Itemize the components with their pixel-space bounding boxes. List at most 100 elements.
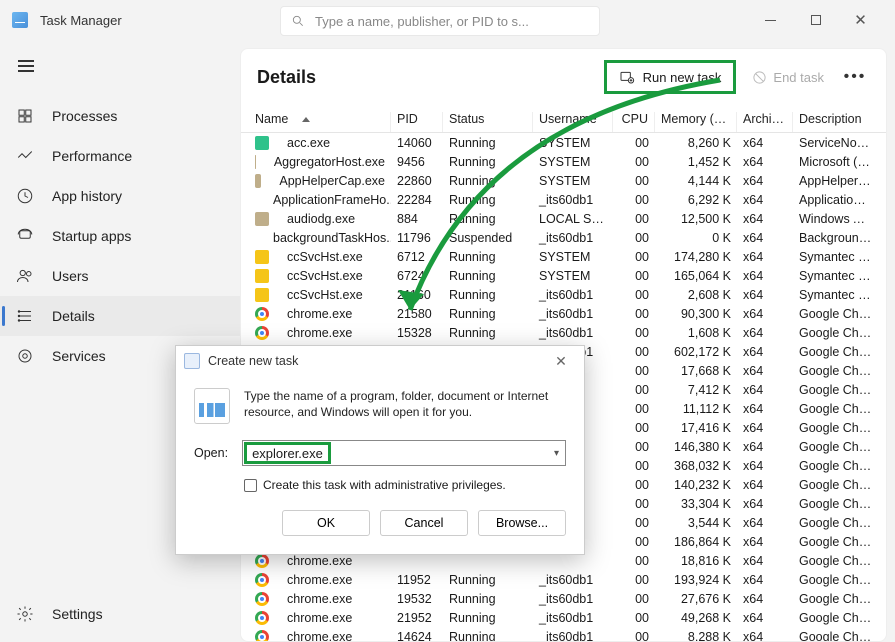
cell-cpu: 00 — [613, 383, 655, 397]
startup-apps-icon — [16, 227, 34, 245]
run-task-icon — [619, 69, 635, 85]
cell-arch: x64 — [737, 174, 793, 188]
table-row[interactable]: acc.exe14060RunningSYSTEM008,260 Kx64Ser… — [241, 133, 886, 152]
table-row[interactable]: chrome.exe15328Running_its60db1001,608 K… — [241, 323, 886, 342]
cell-pid: 21580 — [391, 307, 443, 321]
open-label: Open: — [194, 446, 228, 460]
table-row[interactable]: ApplicationFrameHo...22284Running_its60d… — [241, 190, 886, 209]
table-row[interactable]: chrome.exe19532Running_its60db10027,676 … — [241, 589, 886, 608]
chevron-down-icon[interactable]: ▾ — [554, 448, 559, 459]
hamburger-button[interactable] — [6, 48, 46, 84]
cell-cpu: 00 — [613, 421, 655, 435]
cell-desc: Google Chro... — [793, 535, 878, 549]
process-icon — [255, 155, 256, 169]
col-user[interactable]: Username — [533, 112, 613, 132]
cell-status: Suspended — [443, 231, 533, 245]
cell-arch: x64 — [737, 535, 793, 549]
cell-arch: x64 — [737, 250, 793, 264]
cell-status: Running — [443, 193, 533, 207]
process-name: ccSvcHst.exe — [287, 269, 363, 283]
process-icon — [255, 212, 269, 226]
col-pid[interactable]: PID — [391, 112, 443, 132]
col-name[interactable]: Name — [249, 112, 391, 132]
run-new-task-button[interactable]: Run new task — [604, 60, 737, 94]
table-row[interactable]: chrome.exe11952Running_its60db100193,924… — [241, 570, 886, 589]
process-name: chrome.exe — [287, 592, 352, 606]
cell-desc: Google Chro... — [793, 573, 878, 587]
sidebar-item-users[interactable]: Users — [0, 256, 240, 296]
cell-mem: 17,668 K — [655, 364, 737, 378]
sidebar-item-performance[interactable]: Performance — [0, 136, 240, 176]
cell-arch: x64 — [737, 364, 793, 378]
cell-desc: Google Chro... — [793, 459, 878, 473]
cell-mem: 18,816 K — [655, 554, 737, 568]
cell-desc: Google Chro... — [793, 592, 878, 606]
details-icon — [16, 307, 34, 325]
performance-icon — [16, 147, 34, 165]
admin-checkbox[interactable] — [244, 479, 257, 492]
cell-arch: x64 — [737, 573, 793, 587]
col-cpu[interactable]: CPU — [613, 112, 655, 132]
cell-desc: Microsoft (R... — [793, 155, 878, 169]
cell-mem: 193,924 K — [655, 573, 737, 587]
sidebar-item-startup-apps[interactable]: Startup apps — [0, 216, 240, 256]
table-row[interactable]: chrome.exe21952Running_its60db10049,268 … — [241, 608, 886, 627]
table-row[interactable]: backgroundTaskHos...11796Suspended_its60… — [241, 228, 886, 247]
create-task-dialog: Create new task ✕ Type the name of a pro… — [175, 345, 585, 555]
ok-button[interactable]: OK — [282, 510, 370, 536]
table-row[interactable]: AppHelperCap.exe22860RunningSYSTEM004,14… — [241, 171, 886, 190]
close-button[interactable]: ✕ — [838, 5, 883, 35]
table-row[interactable]: audiodg.exe884RunningLOCAL SE...0012,500… — [241, 209, 886, 228]
cell-cpu: 00 — [613, 307, 655, 321]
cell-mem: 33,304 K — [655, 497, 737, 511]
minimize-button[interactable] — [748, 5, 793, 35]
cell-pid: 884 — [391, 212, 443, 226]
cell-mem: 4,144 K — [655, 174, 737, 188]
cell-mem: 8,288 K — [655, 630, 737, 642]
cell-status: Running — [443, 136, 533, 150]
cell-status: Running — [443, 250, 533, 264]
table-row[interactable]: chrome.exe14624Running_its60db1008,288 K… — [241, 627, 886, 641]
process-name: chrome.exe — [287, 307, 352, 321]
cell-cpu: 00 — [613, 345, 655, 359]
table-row[interactable]: ccSvcHst.exe6712RunningSYSTEM00174,280 K… — [241, 247, 886, 266]
cell-cpu: 00 — [613, 402, 655, 416]
cell-cpu: 00 — [613, 535, 655, 549]
maximize-button[interactable] — [793, 5, 838, 35]
end-task-button: End task — [740, 60, 836, 94]
cell-desc: Google Chro... — [793, 440, 878, 454]
process-icon — [255, 136, 269, 150]
open-combobox[interactable]: explorer.exe ▾ — [242, 440, 566, 466]
cell-cpu: 00 — [613, 554, 655, 568]
dialog-close-button[interactable]: ✕ — [546, 353, 576, 370]
col-arch[interactable]: Archite... — [737, 112, 793, 132]
chrome-icon — [255, 307, 269, 321]
sidebar-item-processes[interactable]: Processes — [0, 96, 240, 136]
browse-button[interactable]: Browse... — [478, 510, 566, 536]
cell-mem: 8,260 K — [655, 136, 737, 150]
search-input[interactable]: Type a name, publisher, or PID to s... — [280, 6, 600, 36]
run-dialog-icon — [194, 388, 230, 424]
cell-pid: 14624 — [391, 630, 443, 642]
services-icon — [16, 347, 34, 365]
process-name: chrome.exe — [287, 326, 352, 340]
cancel-button[interactable]: Cancel — [380, 510, 468, 536]
process-name: backgroundTaskHos... — [273, 231, 391, 245]
table-row[interactable]: AggregatorHost.exe9456RunningSYSTEM001,4… — [241, 152, 886, 171]
cell-cpu: 00 — [613, 440, 655, 454]
table-row[interactable]: chrome.exe21580Running_its60db10090,300 … — [241, 304, 886, 323]
table-row[interactable]: ccSvcHst.exe6724RunningSYSTEM00165,064 K… — [241, 266, 886, 285]
col-desc[interactable]: Description — [793, 112, 878, 132]
sidebar-item-details[interactable]: Details — [0, 296, 240, 336]
cell-cpu: 00 — [613, 478, 655, 492]
col-status[interactable]: Status — [443, 112, 533, 132]
table-row[interactable]: ccSvcHst.exe21160Running_its60db1002,608… — [241, 285, 886, 304]
cell-desc: AppHelperC... — [793, 174, 878, 188]
col-mem[interactable]: Memory (a... — [655, 112, 737, 132]
sidebar-item-app-history[interactable]: App history — [0, 176, 240, 216]
process-name: chrome.exe — [287, 611, 352, 625]
sidebar-item-settings[interactable]: Settings — [0, 594, 240, 634]
cell-arch: x64 — [737, 288, 793, 302]
cell-cpu: 00 — [613, 364, 655, 378]
more-options-button[interactable]: ••• — [840, 68, 870, 86]
